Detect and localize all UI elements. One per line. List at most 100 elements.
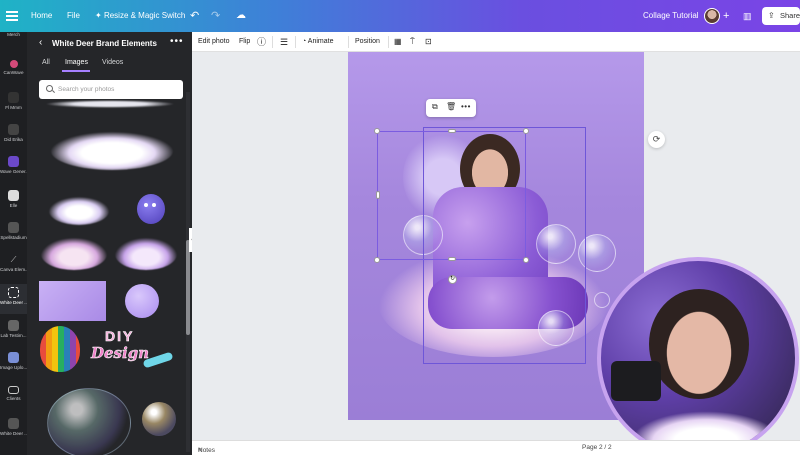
sparkle-icon: ✦ <box>95 11 104 20</box>
paint-roller-icon[interactable]: ⍑ <box>410 32 415 52</box>
rail-item-elle[interactable]: Elle <box>0 190 27 208</box>
folder-thumb <box>8 92 19 103</box>
frame-icon <box>8 287 19 298</box>
search-input[interactable]: Search your photos <box>39 80 183 99</box>
resize-handle[interactable] <box>448 257 456 261</box>
rail-item-spellstadium[interactable]: Spellstadium <box>0 222 27 240</box>
user-avatar[interactable] <box>704 8 720 24</box>
animate-button[interactable]: ◔ Animate <box>302 32 333 52</box>
panel-title: White Deer Brand Elements <box>52 39 157 48</box>
folder-thumb <box>8 352 19 363</box>
resize-handle[interactable] <box>374 257 380 263</box>
file-menu[interactable]: File <box>67 0 80 32</box>
pink-cloud-asset[interactable] <box>41 238 107 270</box>
more-options-icon[interactable]: ••• <box>461 102 471 111</box>
rail-label: White Deer ... <box>0 431 27 436</box>
top-bar: Home File ✦ Resize & Magic Switch ↶ ↷ ☁ … <box>0 0 800 32</box>
rail-item-clients[interactable]: Clients <box>0 386 27 401</box>
edit-photo-button[interactable]: Edit photo <box>198 32 230 52</box>
selected-element-box[interactable] <box>377 131 526 260</box>
rail-item-lab-testim[interactable]: Lab Testim... <box>0 320 27 338</box>
rail-label: Clients <box>6 396 21 401</box>
rail-label: Did Erika <box>4 137 23 142</box>
flip-button[interactable]: Flip <box>239 32 250 52</box>
folder-thumb <box>8 418 19 429</box>
folder-thumb <box>9 60 18 68</box>
rail-item-canwave[interactable]: CanWave <box>0 60 27 75</box>
resize-handle[interactable] <box>448 129 456 133</box>
resize-handle[interactable] <box>376 191 380 199</box>
curve-icon: ⟋ <box>10 255 17 264</box>
regenerate-icon[interactable]: ⟳ <box>648 131 665 148</box>
rail-item-canva-elem[interactable]: ⟋ Canva Elem... <box>0 254 27 272</box>
analytics-icon[interactable]: ▥ <box>743 0 752 32</box>
folder-thumb <box>8 222 19 233</box>
animate-label: Animate <box>307 38 334 45</box>
hot-air-balloon-asset[interactable] <box>40 326 80 372</box>
cloud-asset[interactable] <box>45 100 175 108</box>
info-icon[interactable]: ⓘ <box>257 32 266 52</box>
diy-design-sticker[interactable]: DIY Design <box>91 328 175 372</box>
gradient-background-asset[interactable] <box>39 281 106 321</box>
panel-scrollbar-thumb[interactable] <box>186 240 190 335</box>
bubble-asset[interactable] <box>47 388 131 455</box>
cloud-saved-icon[interactable]: ☁ <box>236 0 246 32</box>
rail-item-white-deer[interactable]: White Deer ... <box>0 418 27 436</box>
context-toolbar: Edit photo Flip ⓘ ☰ ◔ Animate Position ▦… <box>192 32 800 52</box>
add-people-icon[interactable]: + <box>723 0 729 32</box>
tab-images[interactable]: Images <box>65 59 88 66</box>
folder-icon <box>8 386 19 394</box>
purple-character-asset[interactable] <box>137 194 165 224</box>
rail-item-image-uplo[interactable]: Image Uplo... <box>0 352 27 370</box>
presenter-face <box>649 289 749 399</box>
transparency-icon[interactable]: ▦ <box>394 32 402 52</box>
folder-thumb <box>8 320 19 331</box>
cloud-asset[interactable] <box>49 197 109 225</box>
menu-icon[interactable] <box>6 0 20 32</box>
share-button[interactable]: ⇪ Share <box>762 7 800 25</box>
tab-all[interactable]: All <box>42 59 50 66</box>
rail-item-did-erika[interactable]: Did Erika <box>0 124 27 142</box>
rail-label: Lab Testim... <box>0 333 27 338</box>
rotate-handle-icon[interactable]: ↻ <box>448 275 457 284</box>
resize-handle[interactable] <box>523 128 529 134</box>
share-label: Share <box>780 11 800 20</box>
rail-label: Wave Gener... <box>0 169 27 174</box>
bubble-asset[interactable] <box>142 402 176 436</box>
resize-handle[interactable] <box>374 128 380 134</box>
bubble-element[interactable] <box>594 292 610 308</box>
folder-thumb <box>8 124 19 135</box>
duplicate-icon[interactable]: ⧉ <box>432 102 438 112</box>
share-icon: ⇪ <box>768 11 775 20</box>
resize-magic-switch-button[interactable]: ✦ Resize & Magic Switch <box>95 0 185 32</box>
cloud-asset[interactable] <box>51 132 173 170</box>
element-floating-toolbar: ⧉ 🗑 ••• <box>426 99 476 117</box>
rail-item-white-deer-active[interactable]: White Deer ... <box>0 284 27 314</box>
rail-item-merch[interactable]: Merch <box>0 32 27 37</box>
tab-videos[interactable]: Videos <box>102 59 123 66</box>
border-style-icon[interactable]: ☰ <box>280 32 288 52</box>
position-button[interactable]: Position <box>355 32 380 52</box>
search-icon <box>46 85 53 92</box>
bottom-bar: ≡ Notes Page 2 / 2 <box>192 440 800 455</box>
page-indicator[interactable]: Page 2 / 2 <box>582 444 612 451</box>
gradient-circle-asset[interactable] <box>125 284 159 318</box>
rail-label: Elle <box>9 203 18 208</box>
undo-icon[interactable]: ↶ <box>190 0 199 32</box>
lock-icon[interactable]: ⊡ <box>425 32 432 52</box>
back-chevron-icon[interactable]: ‹ <box>39 37 42 48</box>
rail-item-wave-gener[interactable]: Wave Gener... <box>0 156 27 174</box>
design-title[interactable]: Collage Tutorial <box>643 0 699 32</box>
rail-label: CanWave <box>3 70 24 75</box>
active-tab-indicator <box>62 70 90 72</box>
home-menu[interactable]: Home <box>31 0 52 32</box>
more-options-icon[interactable]: ••• <box>170 36 184 47</box>
rail-item-fl[interactable]: Fl Mmm <box>0 92 27 110</box>
presenter-webcam <box>597 257 799 455</box>
rail-label: Fl Mmm <box>5 105 22 110</box>
trash-icon[interactable]: 🗑 <box>446 102 456 111</box>
pink-cloud-asset[interactable] <box>115 238 177 270</box>
redo-icon[interactable]: ↷ <box>211 0 220 32</box>
resize-handle[interactable] <box>523 257 529 263</box>
notes-label: Notes <box>198 447 215 454</box>
